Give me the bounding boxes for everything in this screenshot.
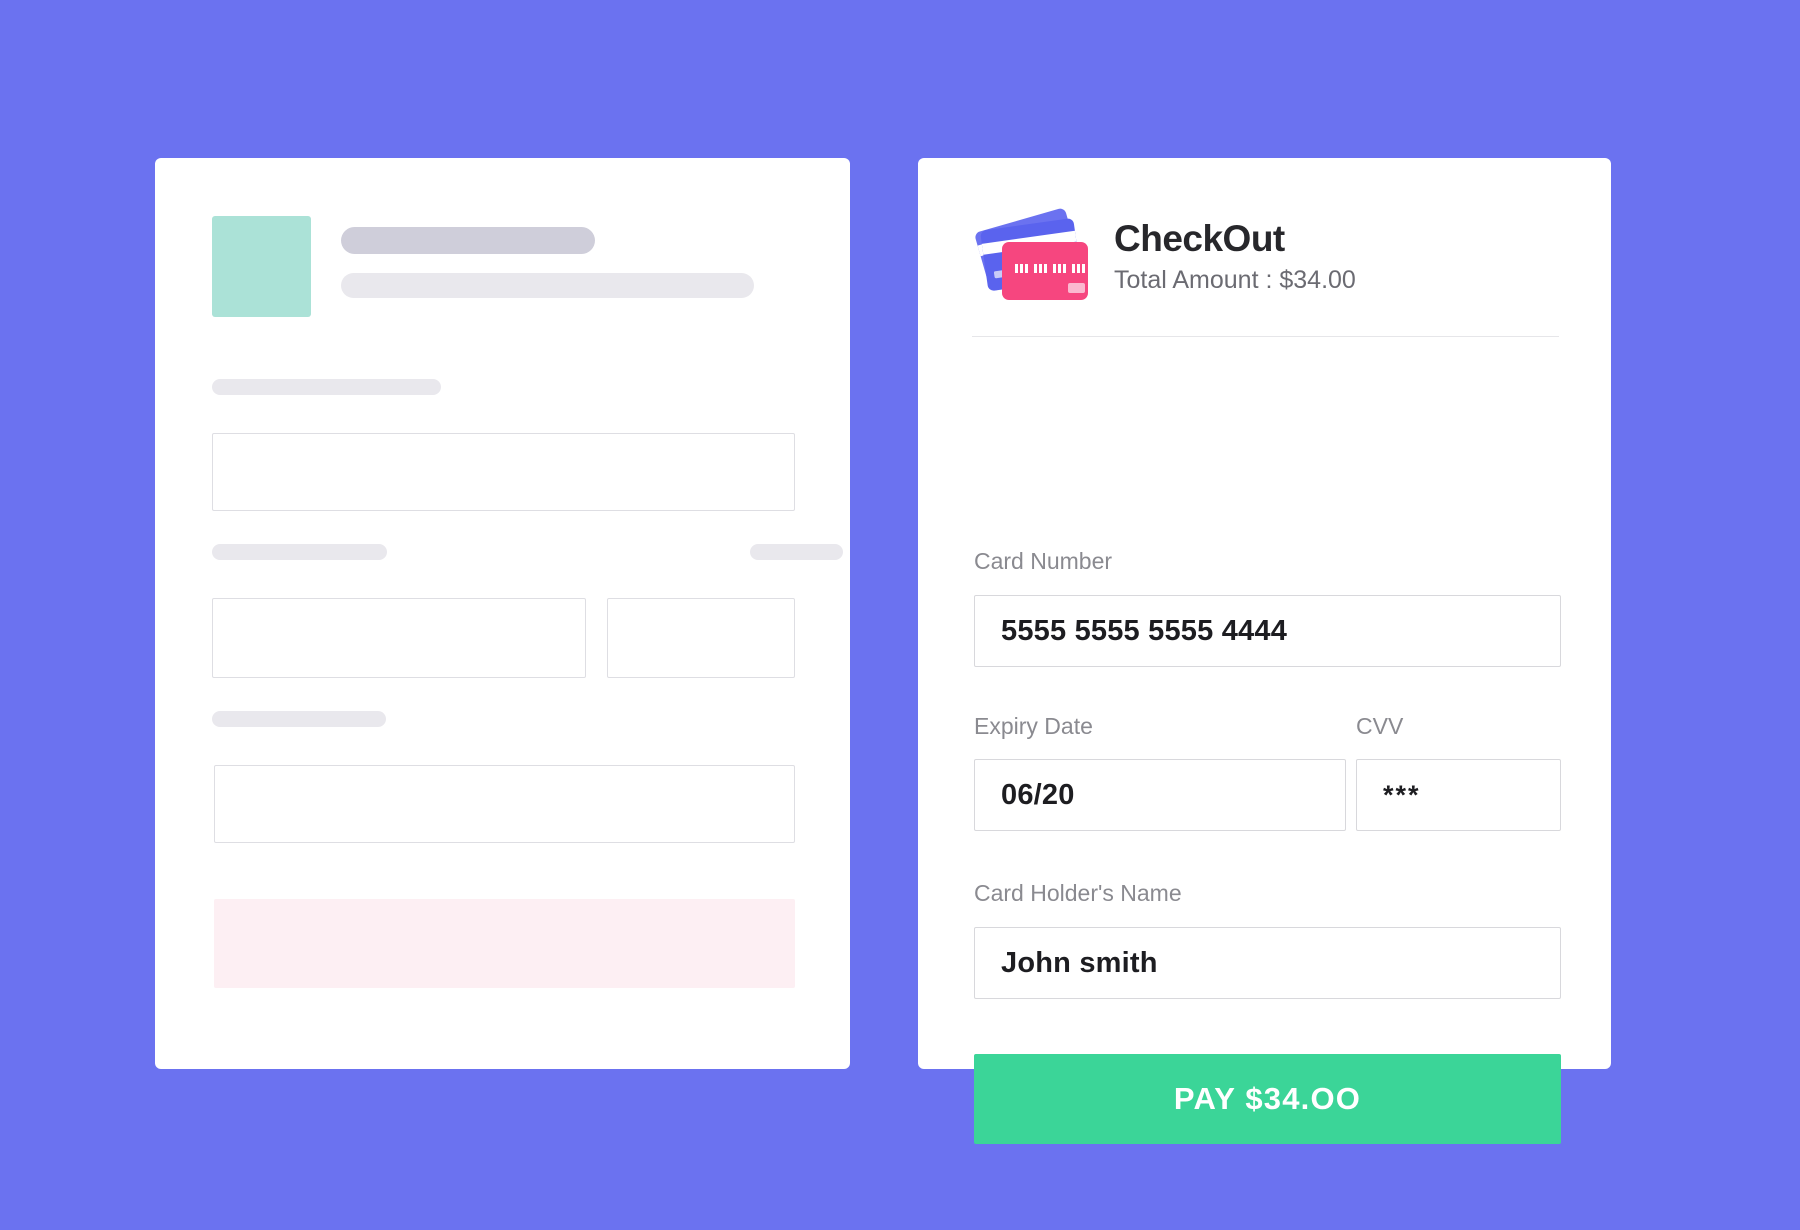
- card-holder-name-label: Card Holder's Name: [974, 880, 1182, 906]
- placeholder-label-bar-3: [750, 544, 843, 560]
- card-number-input[interactable]: 5555 5555 5555 4444: [974, 595, 1561, 667]
- placeholder-input-4[interactable]: [214, 765, 795, 843]
- page-title: CheckOut: [1114, 217, 1285, 259]
- page-root: CheckOut Total Amount : $34.00 Card Numb…: [0, 0, 1800, 1230]
- placeholder-label-bar-4: [212, 711, 386, 727]
- expiry-date-input[interactable]: 06/20: [974, 759, 1346, 831]
- total-amount-label: Total Amount : $34.00: [1114, 266, 1356, 295]
- pay-button[interactable]: PAY $34.OO: [974, 1054, 1561, 1144]
- cvv-value: ***: [1383, 779, 1421, 810]
- cvv-input[interactable]: ***: [1356, 759, 1561, 831]
- credit-cards-icon: [972, 204, 1094, 312]
- card-holder-name-value: John smith: [1001, 946, 1158, 979]
- card-holder-name-input[interactable]: John smith: [974, 927, 1561, 999]
- placeholder-input-3[interactable]: [607, 598, 795, 678]
- checkout-heading-group: CheckOut Total Amount : $34.00: [1114, 218, 1356, 298]
- card-number-value: 5555 5555 5555 4444: [1001, 614, 1288, 647]
- card-number-label: Card Number: [974, 548, 1113, 574]
- expiry-date-label: Expiry Date: [974, 713, 1093, 739]
- placeholder-input-2[interactable]: [212, 598, 586, 678]
- placeholder-label-bar-1: [212, 379, 441, 395]
- header-divider: [972, 336, 1559, 337]
- placeholder-title-bar: [341, 227, 595, 254]
- checkout-card: CheckOut Total Amount : $34.00 Card Numb…: [918, 158, 1611, 1144]
- expiry-date-value: 06/20: [1001, 778, 1075, 811]
- placeholder-image-swatch: [212, 216, 311, 317]
- loading-placeholder-card: [155, 158, 850, 1069]
- placeholder-subtitle-bar: [341, 273, 754, 298]
- cvv-label: CVV: [1356, 713, 1404, 739]
- checkout-header: CheckOut Total Amount : $34.00: [972, 203, 1562, 313]
- placeholder-input-1[interactable]: [212, 433, 795, 511]
- placeholder-label-bar-2: [212, 544, 387, 560]
- placeholder-cta-block[interactable]: [214, 899, 795, 988]
